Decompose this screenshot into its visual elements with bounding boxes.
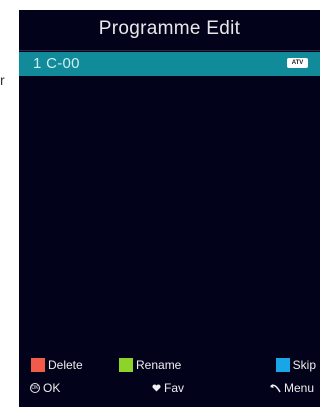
programme-edit-screen: Programme Edit 1 C-00 ATV Delete Rename … [19,10,320,407]
ok-button-icon: OK [30,383,40,393]
green-key-icon [119,358,133,372]
ok-key[interactable]: OK OK [30,380,60,396]
rename-key[interactable]: Rename [119,357,181,373]
screen-title: Programme Edit [98,18,241,39]
programme-row[interactable]: 1 C-00 ATV [19,52,320,76]
heart-icon [152,384,161,392]
delete-key[interactable]: Delete [31,357,83,373]
rename-label: Rename [136,358,182,372]
menu-key[interactable]: Menu [269,380,314,396]
atv-badge: ATV [287,58,308,68]
delete-label: Delete [48,358,83,372]
skip-key[interactable]: Skip [275,357,316,373]
skip-label: Skip [292,358,316,372]
fav-key[interactable]: Fav [152,380,184,396]
title-divider [19,50,320,51]
ok-label: OK [43,381,61,395]
red-key-icon [31,358,45,372]
color-key-legend: Delete Rename Skip [19,357,320,375]
background-text-fragment: r [0,72,5,88]
menu-label: Menu [283,381,314,395]
button-key-legend: OK OK Fav Menu [19,380,320,398]
programme-label: 1 C-00 [33,55,80,72]
fav-label: Fav [164,381,185,395]
back-arrow-icon [269,383,281,393]
blue-key-icon [275,358,290,372]
